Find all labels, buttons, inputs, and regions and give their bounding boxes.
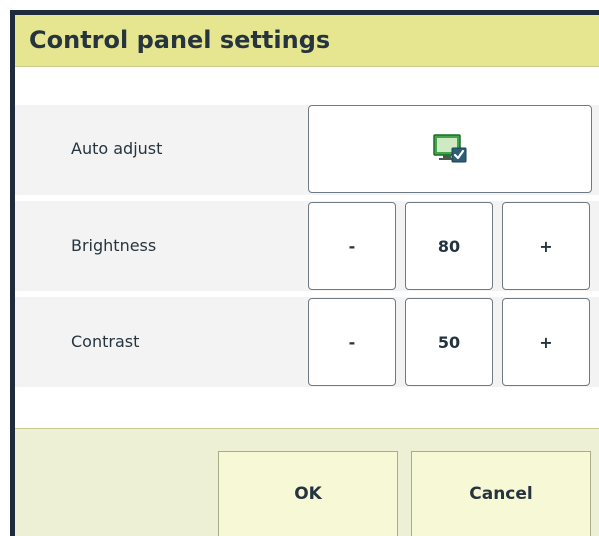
dialog-title: Control panel settings: [29, 26, 331, 54]
control-panel-dialog: Control panel settings Auto adjust Brigh…: [10, 10, 599, 536]
brightness-label: Brightness: [71, 236, 157, 255]
brightness-increase-button[interactable]: +: [502, 202, 590, 290]
auto-adjust-row: Auto adjust: [15, 105, 599, 195]
monitor-check-icon: [432, 133, 468, 165]
dialog-footer: OK Cancel: [15, 428, 599, 536]
contrast-label: Contrast: [71, 332, 140, 351]
brightness-row: Brightness - 80 +: [15, 201, 599, 291]
auto-adjust-toggle-button[interactable]: [308, 105, 592, 193]
contrast-row: Contrast - 50 +: [15, 297, 599, 387]
cancel-button[interactable]: Cancel: [411, 451, 591, 536]
contrast-decrease-button[interactable]: -: [308, 298, 396, 386]
title-bar: Control panel settings: [15, 15, 599, 67]
brightness-value-display[interactable]: 80: [405, 202, 493, 290]
contrast-value-display[interactable]: 50: [405, 298, 493, 386]
contrast-increase-button[interactable]: +: [502, 298, 590, 386]
auto-adjust-label: Auto adjust: [71, 139, 163, 158]
ok-button[interactable]: OK: [218, 451, 398, 536]
brightness-decrease-button[interactable]: -: [308, 202, 396, 290]
